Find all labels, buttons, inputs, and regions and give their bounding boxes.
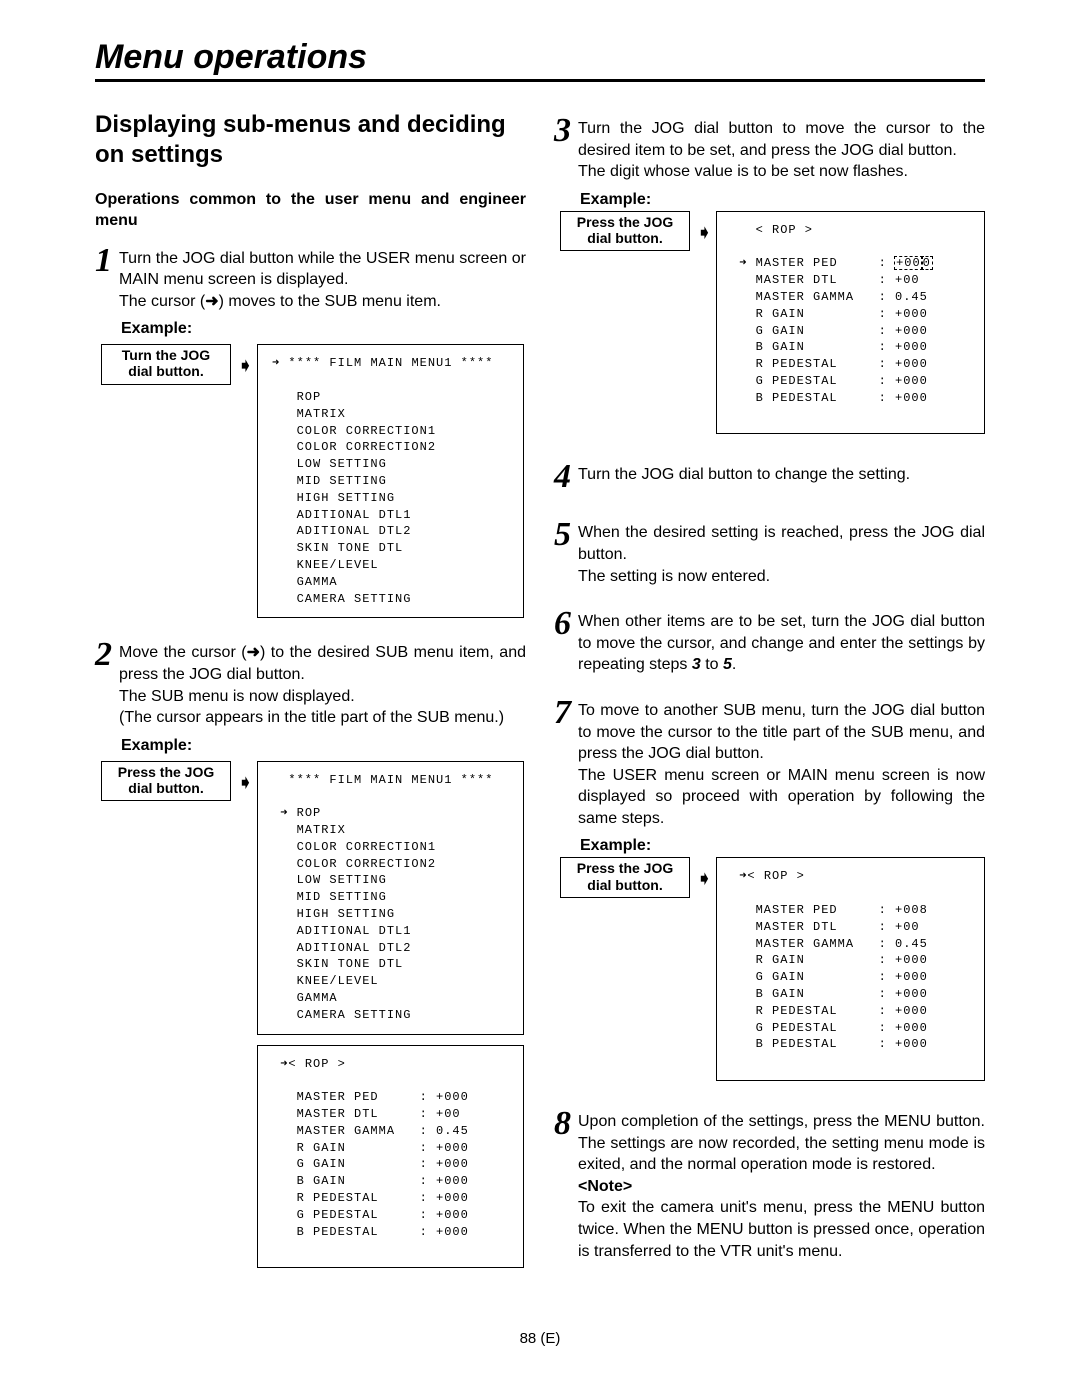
figure-step2: Press the JOGdial button. ➧ **** FILM MA… [101, 761, 526, 1269]
step-body: Move the cursor (➜) to the desired SUB m… [119, 642, 526, 728]
page-footer: 88 (E) [0, 1330, 1080, 1347]
figure-step3: Press the JOGdial button. ➧ < ROP > ➜ MA… [560, 211, 985, 435]
step-5: 5 When the desired setting is reached, p… [554, 522, 985, 587]
step-body: To move to another SUB menu, turn the JO… [578, 700, 985, 830]
example-label: Example: [121, 737, 526, 755]
step-6: 6 When other items are to be set, turn t… [554, 611, 985, 676]
callout-press-jog: Press the JOGdial button. [560, 211, 690, 251]
example-label: Example: [580, 837, 985, 855]
figure-step7: Press the JOGdial button. ➧ ➜< ROP > MAS… [560, 857, 985, 1081]
arrow-icon: ➧ [696, 869, 710, 889]
step-number: 6 [554, 607, 578, 641]
step-8: 8 Upon completion of the settings, press… [554, 1111, 985, 1262]
section-subhead: Operations common to the user menu and e… [95, 190, 526, 232]
step-3: 3 Turn the JOG dial button to move the c… [554, 118, 985, 183]
step-body: Upon completion of the settings, press t… [578, 1111, 985, 1262]
step-2: 2 Move the cursor (➜) to the desired SUB… [95, 642, 526, 728]
step-number: 8 [554, 1107, 578, 1141]
step-7: 7 To move to another SUB menu, turn the … [554, 700, 985, 830]
left-column: Displaying sub-menus and deciding on set… [95, 110, 526, 1274]
arrow-icon: ➧ [696, 223, 710, 243]
step-4: 4 Turn the JOG dial button to change the… [554, 464, 985, 498]
arrow-icon: ➧ [237, 773, 251, 793]
menu-screen-main1: ➜ **** FILM MAIN MENU1 **** ROP MATRIX C… [257, 344, 524, 618]
step-body: When the desired setting is reached, pre… [578, 522, 985, 587]
example-label: Example: [580, 191, 985, 209]
chapter-title: Menu operations [95, 38, 985, 77]
step-number: 4 [554, 460, 578, 494]
flashing-digit: 0 [921, 256, 933, 270]
chapter-rule [95, 79, 985, 82]
menu-screen-rop3: < ROP > ➜ MASTER PED : +000 MASTER DTL :… [716, 211, 985, 435]
callout-press-jog: Press the JOGdial button. [560, 857, 690, 897]
section-title: Displaying sub-menus and deciding on set… [95, 110, 526, 170]
callout-press-jog: Press the JOGdial button. [101, 761, 231, 801]
step-body: Turn the JOG dial button while the USER … [119, 248, 526, 313]
right-column: 3 Turn the JOG dial button to move the c… [554, 110, 985, 1274]
step-body: Turn the JOG dial button to change the s… [578, 464, 985, 486]
step-body: When other items are to be set, turn the… [578, 611, 985, 676]
step-number: 5 [554, 518, 578, 552]
step-body: Turn the JOG dial button to move the cur… [578, 118, 985, 183]
arrow-icon: ➧ [237, 356, 251, 376]
step-number: 3 [554, 114, 578, 148]
menu-screen-rop1: ➜< ROP > MASTER PED : +000 MASTER DTL : … [257, 1045, 524, 1269]
menu-screen-main2: **** FILM MAIN MENU1 **** ➜ ROP MATRIX C… [257, 761, 524, 1035]
step-1: 1 Turn the JOG dial button while the USE… [95, 248, 526, 313]
menu-screen-rop7: ➜< ROP > MASTER PED : +008 MASTER DTL : … [716, 857, 985, 1081]
flashing-digit: +00 [894, 256, 923, 270]
callout-turn-jog: Turn the JOGdial button. [101, 344, 231, 384]
example-label: Example: [121, 320, 526, 338]
figure-step1: Turn the JOGdial button. ➧ ➜ **** FILM M… [101, 344, 526, 618]
step-number: 2 [95, 638, 119, 672]
step-number: 7 [554, 696, 578, 730]
step-number: 1 [95, 244, 119, 278]
